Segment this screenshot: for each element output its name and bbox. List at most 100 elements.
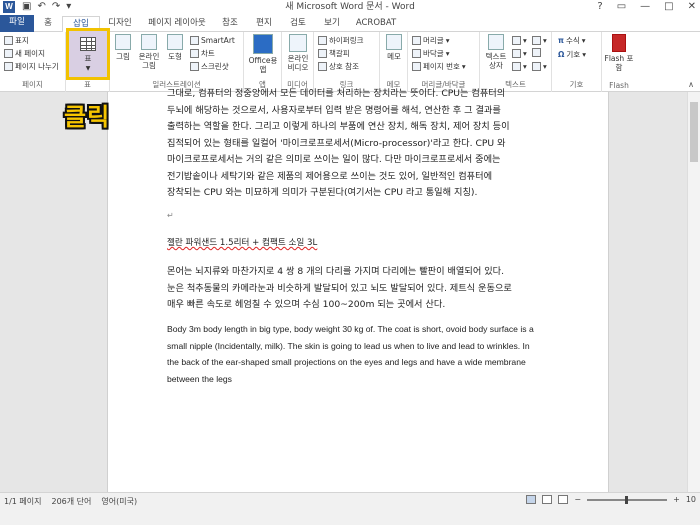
maximize-icon[interactable]: □	[664, 0, 673, 14]
zoom-in-icon[interactable]: +	[673, 495, 680, 504]
office-apps-button[interactable]: Office용 앱	[246, 34, 280, 74]
blank-page-icon	[4, 49, 13, 58]
symbol-button[interactable]: Ω 기호 ▾	[558, 49, 586, 60]
equation-button[interactable]: π 수식 ▾	[558, 35, 586, 46]
text-line: 집적되어 있는 형태를 일컬어 '마이크로프로세서(Micro-processo…	[167, 137, 506, 149]
undo-icon[interactable]: ↶	[37, 0, 45, 14]
close-icon[interactable]: ✕	[688, 0, 696, 14]
screenshot-button[interactable]: 스크린샷	[190, 61, 229, 72]
product-heading[interactable]: 젤란 파워샌드 1.5리터 + 컴팩트 소일 3L	[167, 235, 549, 252]
chart-icon	[190, 49, 199, 58]
quick-parts-icon	[512, 36, 521, 45]
bookmark-icon	[318, 49, 327, 58]
paragraph-octopus[interactable]: 몬어는 뇌지류와 마찬가지로 4 쌍 8 개의 다리를 가지며 다리에는 빨판이…	[167, 264, 549, 314]
zoom-out-icon[interactable]: −	[574, 495, 581, 504]
bookmark-button[interactable]: 책갈피	[318, 48, 350, 59]
chart-button[interactable]: 차트	[190, 48, 215, 59]
tab-mailings[interactable]: 편지	[252, 16, 276, 32]
group-pages: 표지 새 페이지 페이지 나누기 페이지	[0, 32, 66, 92]
group-label-pages: 페이지	[22, 80, 43, 89]
help-icon[interactable]: ?	[597, 0, 602, 14]
page-break-icon	[4, 62, 13, 71]
comment-button[interactable]: 메모	[382, 34, 406, 61]
group-label-flash: Flash	[609, 81, 629, 90]
flash-insert-button[interactable]: Flash 포함	[604, 34, 634, 72]
online-video-icon	[289, 34, 307, 52]
page-count[interactable]: 1/1 페이지	[4, 496, 42, 507]
office-apps-icon	[253, 34, 273, 54]
online-pictures-button[interactable]: 온라인 그림	[136, 34, 162, 70]
paragraph-mark: ↵	[167, 211, 174, 220]
tab-page-layout[interactable]: 페이지 레이아웃	[142, 16, 212, 32]
quick-access-toolbar: ▣ ↶ ↷ ▾	[22, 0, 71, 14]
object-button[interactable]: ▾	[532, 61, 547, 72]
redo-icon[interactable]: ↷	[52, 0, 60, 14]
footer-icon	[412, 49, 421, 58]
text-box-icon	[488, 34, 504, 50]
header-icon	[412, 36, 421, 45]
header-button[interactable]: 머리글 ▾	[412, 35, 449, 46]
text-box-button[interactable]: 텍스트 상자	[482, 34, 510, 70]
print-layout-icon[interactable]	[542, 495, 553, 504]
text-line: 장착되는 CPU 와는 미묘하게 의미가 구분된다(여기서는 CPU 라고 통일…	[167, 187, 478, 198]
table-button[interactable]: 표 ▼	[66, 28, 110, 80]
drop-cap-icon	[512, 62, 521, 71]
online-pictures-icon	[141, 34, 157, 50]
web-layout-icon[interactable]	[558, 495, 569, 504]
word-app-icon[interactable]: W	[3, 1, 15, 13]
tab-home[interactable]: 홈	[38, 16, 58, 32]
page-break-button[interactable]: 페이지 나누기	[4, 61, 59, 72]
read-mode-icon[interactable]	[526, 495, 537, 504]
signature-line-button[interactable]: ▾	[532, 35, 547, 46]
cross-reference-button[interactable]: 상호 참조	[318, 61, 359, 72]
language[interactable]: 영어(미국)	[101, 496, 137, 507]
title-bar: W ▣ ↶ ↷ ▾ 새 Microsoft Word 문서 - Word ? ▭…	[0, 0, 700, 14]
tab-review[interactable]: 검토	[286, 16, 310, 32]
wordart-button[interactable]: ▾	[512, 48, 527, 59]
group-links: 하이퍼링크 책갈피 상호 참조 링크	[314, 32, 380, 92]
pictures-button[interactable]: 그림	[112, 34, 134, 61]
zoom-level[interactable]: 10	[686, 495, 696, 504]
customize-icon[interactable]: ▾	[66, 0, 71, 14]
word-count[interactable]: 206개 단어	[52, 496, 92, 507]
hyperlink-button[interactable]: 하이퍼링크	[318, 35, 364, 46]
ribbon-display-icon[interactable]: ▭	[617, 0, 626, 14]
screenshot-icon	[190, 62, 199, 71]
text-line: 눈은 척추동물의 카메라눈과 비슷하게 발달되어 있고 뇌도 발달되어 있다. …	[167, 282, 512, 294]
click-annotation: 클릭	[64, 103, 111, 131]
group-label-table: 표	[84, 80, 91, 89]
quick-parts-button[interactable]: ▾	[512, 35, 527, 46]
cover-page-button[interactable]: 표지	[4, 35, 29, 46]
date-time-button[interactable]	[532, 48, 541, 57]
group-illustrations: 그림 온라인 그림 도형 SmartArt 차트 스크린샷 일러스트레이션	[110, 32, 244, 92]
scrollbar-thumb[interactable]	[690, 102, 698, 162]
paragraph-cpu[interactable]: 그대로, 컴퓨터의 정중앙에서 모든 데이터를 처리하는 장치라는 뜻이다. C…	[167, 86, 549, 202]
blank-page-button[interactable]: 새 페이지	[4, 48, 45, 59]
minimize-icon[interactable]: —	[640, 0, 650, 14]
group-text: 텍스트 상자 ▾ ▾ ▾ ▾ ▾ 텍스트	[480, 32, 552, 92]
chevron-down-icon: ▼	[85, 65, 91, 72]
tab-view[interactable]: 보기	[320, 16, 344, 32]
smartart-icon	[190, 36, 199, 45]
smartart-button[interactable]: SmartArt	[190, 35, 235, 46]
collapse-ribbon-icon[interactable]: ∧	[688, 80, 694, 89]
paragraph-english[interactable]: Body 3m body length in big type, body we…	[167, 321, 549, 387]
flash-icon	[612, 34, 626, 52]
cross-reference-icon	[318, 62, 327, 71]
save-icon[interactable]: ▣	[22, 0, 31, 14]
page-number-button[interactable]: 페이지 번호 ▾	[412, 61, 466, 72]
vertical-scrollbar[interactable]	[687, 92, 700, 492]
drop-cap-button[interactable]: ▾	[512, 61, 527, 72]
online-video-button[interactable]: 온라인 비디오	[284, 34, 312, 72]
group-header-footer: 머리글 ▾ 바닥글 ▾ 페이지 번호 ▾ 머리글/바닥글	[408, 32, 480, 92]
group-symbols: π 수식 ▾ Ω 기호 ▾ 기호	[552, 32, 602, 92]
zoom-slider[interactable]	[587, 495, 668, 504]
tab-references[interactable]: 참조	[218, 16, 242, 32]
shapes-button[interactable]: 도형	[164, 34, 186, 61]
text-line: 두뇌에 해당하는 것으로서, 사용자로부터 입력 받은 명령어를 해석, 연산한…	[167, 104, 501, 116]
footer-button[interactable]: 바닥글 ▾	[412, 48, 449, 59]
tab-file[interactable]: 파일	[0, 15, 34, 32]
tab-acrobat[interactable]: ACROBAT	[354, 16, 398, 32]
zoom-slider-knob[interactable]	[625, 495, 629, 504]
signature-line-icon	[532, 36, 541, 45]
